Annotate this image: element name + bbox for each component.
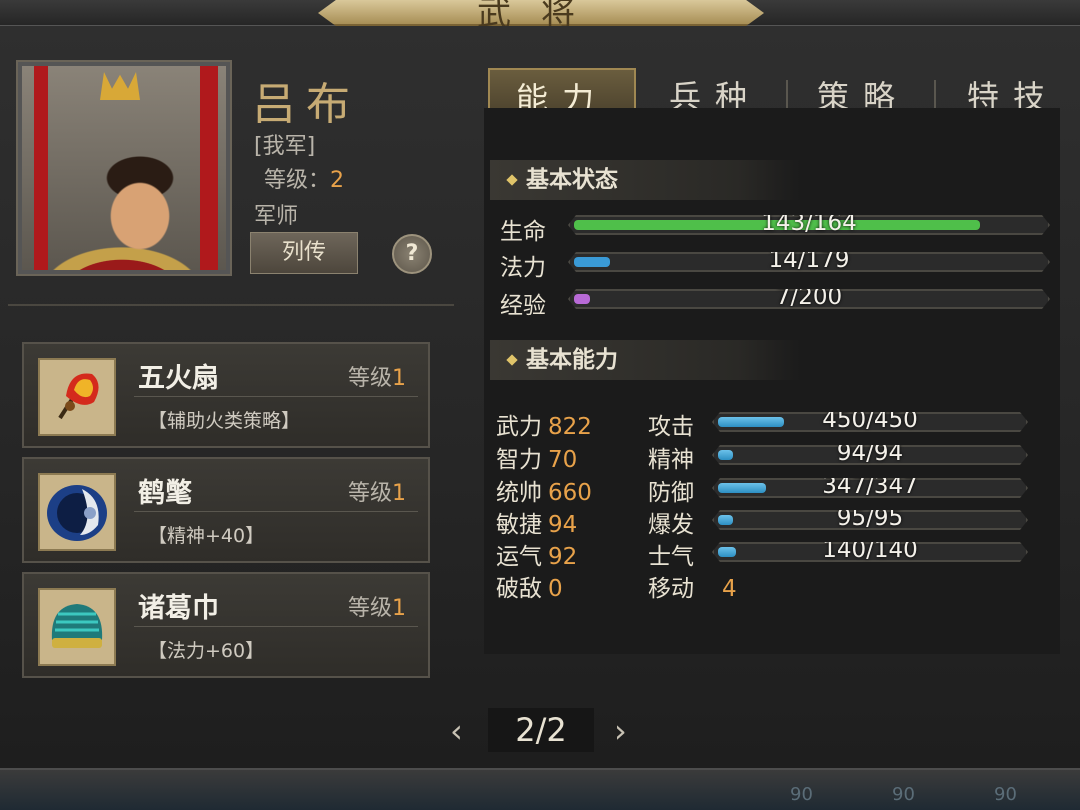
divider (8, 304, 454, 306)
attr-break-enemy: 破敌 0 (496, 569, 563, 603)
attr-label: 武力 (496, 414, 542, 440)
exp-label: 经验 (500, 293, 546, 319)
hero-name: 吕布 (252, 79, 360, 130)
defense-bar: 347/347 (712, 478, 1028, 498)
equipment-slot-2[interactable]: 鹤氅 等级1 【精神+40】 (22, 457, 430, 563)
attr-leadership: 统帅 660 (496, 473, 592, 507)
exp-bar: 7/200 (568, 289, 1050, 309)
help-button[interactable]: ? (392, 234, 432, 274)
morale-bar: 140/140 (712, 542, 1028, 562)
attr-label: 统帅 (496, 480, 542, 506)
fire-fan-icon (38, 358, 116, 436)
title-banner: 武将 (318, 0, 764, 26)
diamond-icon (506, 174, 518, 186)
spirit-bar: 94/94 (712, 445, 1028, 465)
attr-value: 660 (548, 480, 592, 506)
equipment-slot-1[interactable]: 五火扇 等级1 【辅助火类策略】 (22, 342, 430, 448)
attr-value: 0 (548, 576, 563, 602)
prev-page-button[interactable]: ‹ (450, 712, 463, 750)
attr-value: 92 (548, 544, 578, 570)
zhuge-scarf-icon (38, 588, 116, 666)
attr-value: 70 (548, 447, 578, 473)
equipment-level: 等级1 (348, 590, 406, 622)
equipment-divider (134, 396, 418, 397)
attr-value: 4 (722, 576, 737, 602)
attr-agility: 敏捷 94 (496, 505, 577, 539)
page-indicator: 2/2 (488, 708, 594, 752)
equipment-name: 诸葛巾 (138, 593, 219, 624)
equipment-level-value: 1 (392, 366, 406, 391)
section-basic-abilities: 基本能力 (490, 340, 800, 380)
morale-label: 士气 (648, 544, 694, 570)
attack-bar: 450/450 (712, 412, 1028, 432)
diamond-icon (506, 354, 518, 366)
equipment-slot-3[interactable]: 诸葛巾 等级1 【法力+60】 (22, 572, 430, 678)
equipment-level-label: 等级 (347, 366, 392, 391)
attr-luck: 运气 92 (496, 537, 577, 571)
hero-level: 等级：2 (264, 162, 344, 194)
hero-level-label: 等级： (264, 168, 331, 193)
defense-label: 防御 (648, 480, 694, 506)
burst-label: 爆发 (648, 512, 694, 538)
equipment-name: 鹤氅 (138, 478, 192, 509)
bottom-number: 90 (892, 784, 915, 805)
section-title: 基本能力 (526, 347, 618, 373)
section-basic-status: 基本状态 (490, 160, 800, 200)
equipment-level: 等级1 (348, 360, 406, 392)
attr-intelligence: 智力 70 (496, 440, 577, 474)
hero-faction: [我军] (254, 134, 316, 159)
mp-label: 法力 (500, 255, 546, 281)
bottom-number: 90 (790, 784, 813, 805)
equipment-level-value: 1 (392, 596, 406, 621)
hero-role: 军师 (254, 204, 299, 229)
attr-label: 运气 (496, 544, 542, 570)
mp-bar: 14/179 (568, 252, 1050, 272)
section-title: 基本状态 (526, 167, 618, 193)
hp-label: 生命 (500, 219, 546, 245)
equipment-name: 五火扇 (138, 363, 219, 394)
attack-label: 攻击 (648, 414, 694, 440)
bottom-number: 90 (994, 784, 1017, 805)
crane-cloak-icon (38, 473, 116, 551)
biography-button[interactable]: 列传 (250, 232, 358, 274)
bottom-strip (0, 768, 1080, 810)
equipment-desc: 【辅助火类策略】 (148, 410, 301, 432)
hp-bar: 143/164 (568, 215, 1050, 235)
hero-level-value: 2 (330, 168, 345, 193)
next-page-button[interactable]: › (614, 712, 627, 750)
equipment-desc: 【法力+60】 (148, 640, 265, 662)
attr-value: 822 (548, 414, 592, 440)
spirit-label: 精神 (648, 447, 694, 473)
attr-label: 移动 (648, 576, 694, 602)
equipment-level-label: 等级 (347, 481, 392, 506)
equipment-desc: 【精神+40】 (148, 525, 265, 547)
attr-label: 破敌 (496, 576, 542, 602)
attr-move: 移动 4 (648, 569, 737, 603)
equipment-level-value: 1 (392, 481, 406, 506)
attr-label: 敏捷 (496, 512, 542, 538)
burst-bar: 95/95 (712, 510, 1028, 530)
equipment-divider (134, 511, 418, 512)
attr-strength: 武力 822 (496, 407, 592, 441)
equipment-level: 等级1 (348, 475, 406, 507)
equipment-level-label: 等级 (347, 596, 392, 621)
attr-value: 94 (548, 512, 578, 538)
equipment-divider (134, 626, 418, 627)
attr-label: 智力 (496, 447, 542, 473)
